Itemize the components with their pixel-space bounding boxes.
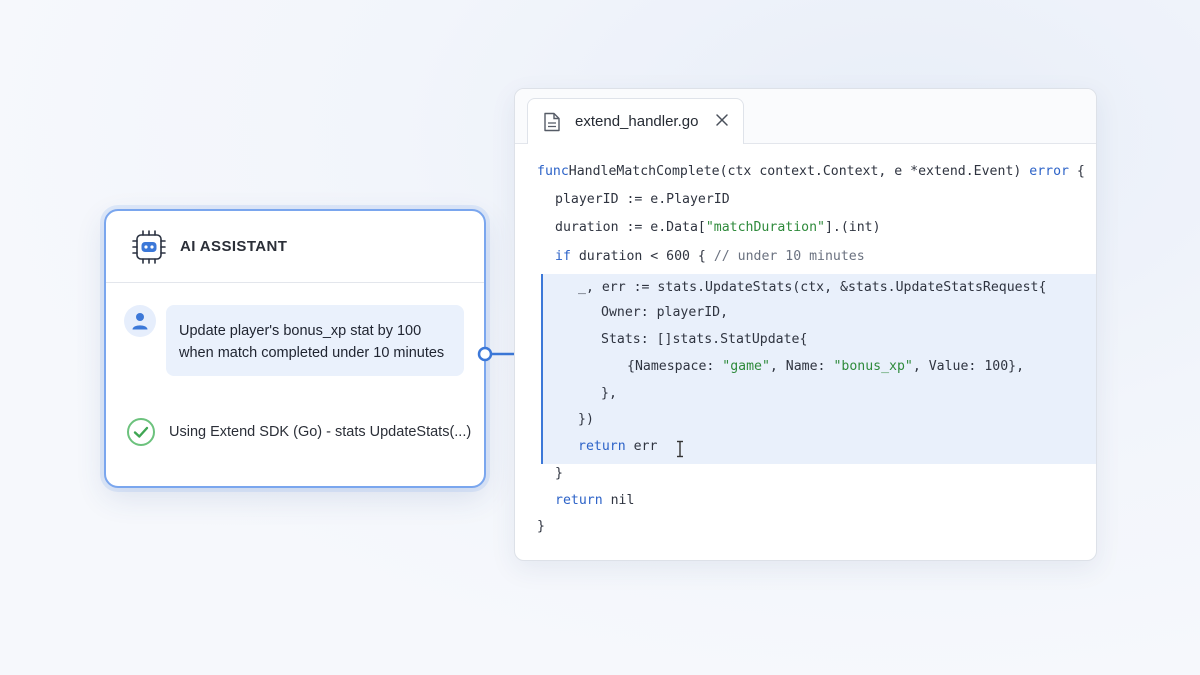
code-line: }) xyxy=(578,410,594,430)
code-token: if xyxy=(555,249,571,264)
assistant-status: Using Extend SDK (Go) - stats UpdateStat… xyxy=(126,417,471,447)
code-token: } xyxy=(555,466,563,481)
ai-assistant-header: AI ASSISTANT xyxy=(106,211,484,283)
code-token: , Name: xyxy=(769,359,834,374)
code-token: }, xyxy=(601,386,617,401)
code-token: return xyxy=(555,493,603,508)
code-line: {Namespace: "game", Name: "bonus_xp", Va… xyxy=(627,357,1024,377)
code-editor: extend_handler.go funcHandleMatchComplet… xyxy=(514,88,1097,561)
code-token: // under 10 minutes xyxy=(713,249,865,264)
code-token: "bonus_xp" xyxy=(833,359,913,374)
code-line: }, xyxy=(601,384,617,404)
code-token: , Value: 100}, xyxy=(912,359,1025,374)
code-token: return xyxy=(578,439,626,454)
check-circle-icon xyxy=(127,418,155,446)
editor-tab-bar: extend_handler.go xyxy=(515,89,1096,144)
user-avatar xyxy=(124,305,156,337)
code-line: return nil xyxy=(555,491,634,511)
code-line: } xyxy=(555,464,563,484)
status-text: Using Extend SDK (Go) - stats UpdateStat… xyxy=(169,424,472,440)
code-token: error xyxy=(1029,164,1069,179)
close-icon[interactable] xyxy=(715,113,729,127)
user-message-text: Update player's bonus_xp stat by 100 whe… xyxy=(166,305,464,376)
file-tab[interactable]: extend_handler.go xyxy=(527,98,744,144)
user-icon xyxy=(132,313,148,330)
code-line: } xyxy=(537,517,545,537)
file-icon xyxy=(544,112,560,131)
code-line: funcHandleMatchComplete(ctx context.Cont… xyxy=(537,162,1085,182)
file-tab-label: extend_handler.go xyxy=(575,113,699,130)
code-token: duration := e.Data[ xyxy=(555,220,706,235)
code-token: } xyxy=(537,519,545,534)
code-token: "game" xyxy=(722,359,770,374)
code-line: _, err := stats.UpdateStats(ctx, &stats.… xyxy=(578,278,1046,298)
code-token: nil xyxy=(602,493,635,508)
text-cursor-icon xyxy=(677,440,683,458)
code-token: duration < 600 { xyxy=(570,249,714,264)
code-token: func xyxy=(537,164,569,179)
code-token: HandleMatchComplete(ctx context.Context,… xyxy=(568,164,1030,179)
code-token: { xyxy=(1068,164,1085,179)
code-line: return err xyxy=(578,437,657,457)
code-token: ].(int) xyxy=(824,220,881,235)
code-line: duration := e.Data["matchDuration"].(int… xyxy=(555,218,881,238)
code-token: Stats: []stats.StatUpdate{ xyxy=(601,332,808,347)
user-message: Update player's bonus_xp stat by 100 whe… xyxy=(124,305,464,376)
code-token: {Namespace: xyxy=(627,359,723,374)
ai-assistant-panel: AI ASSISTANT Update player's bonus_xp st… xyxy=(104,209,486,488)
code-token: "matchDuration" xyxy=(705,220,825,235)
code-token: err xyxy=(625,439,658,454)
code-line: Owner: playerID, xyxy=(601,303,728,323)
ai-assistant-title: AI ASSISTANT xyxy=(180,238,288,255)
code-token: }) xyxy=(578,412,594,427)
code-token: _, err := stats.UpdateStats(ctx, &stats.… xyxy=(578,280,1047,295)
code-line: playerID := e.PlayerID xyxy=(555,190,730,210)
code-token: Owner: playerID, xyxy=(601,305,729,320)
code-line: Stats: []stats.StatUpdate{ xyxy=(601,330,807,350)
code-line: if duration < 600 { // under 10 minutes xyxy=(555,247,865,267)
code-token: playerID := e.PlayerID xyxy=(555,192,730,207)
robot-chip-icon xyxy=(132,229,166,264)
